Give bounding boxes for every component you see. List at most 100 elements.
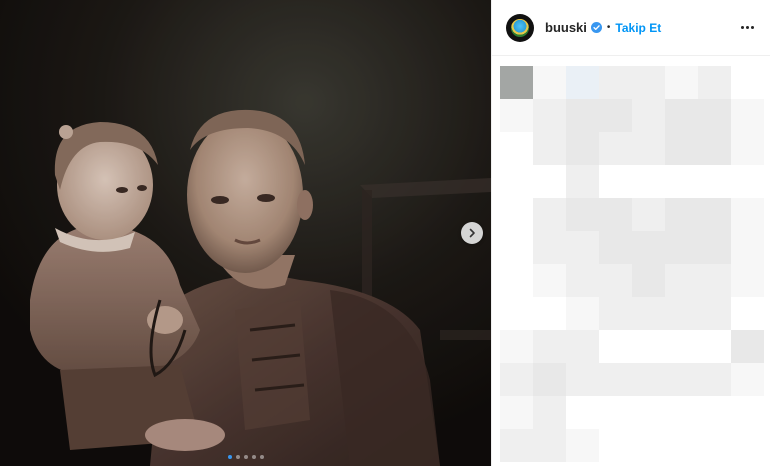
carousel-dot (259, 455, 264, 459)
pixelated-block (533, 297, 566, 330)
pixelated-block (500, 231, 533, 264)
pixelated-block (500, 66, 533, 99)
pixelated-block (500, 363, 533, 396)
header-separator: • (606, 22, 611, 33)
pixelated-block (731, 429, 764, 462)
pixelated-block (632, 429, 665, 462)
post-header: buuski • Takip Et (492, 0, 770, 56)
carousel-dot (235, 455, 240, 459)
pixelated-block (731, 132, 764, 165)
pixelated-block (698, 132, 731, 165)
pixelated-block (566, 297, 599, 330)
pixelated-block (599, 99, 632, 132)
pixelated-block (665, 297, 698, 330)
more-options-icon[interactable] (737, 22, 758, 33)
pixelated-block (665, 429, 698, 462)
pixelated-block (665, 264, 698, 297)
pixelated-block (533, 132, 566, 165)
pixelated-block (566, 99, 599, 132)
pixelated-block (665, 330, 698, 363)
pixelated-block (632, 165, 665, 198)
pixelated-block (500, 429, 533, 462)
pixelated-block (500, 165, 533, 198)
pixelated-block (698, 99, 731, 132)
pixelated-block (698, 264, 731, 297)
carousel-dot (251, 455, 256, 459)
pixelated-block (731, 165, 764, 198)
pixelated-block (599, 330, 632, 363)
pixelated-block (533, 231, 566, 264)
pixelated-block (500, 330, 533, 363)
pixelated-block (632, 231, 665, 264)
pixelated-block (599, 264, 632, 297)
carousel-dot (243, 455, 248, 459)
pixelated-block (566, 66, 599, 99)
pixelated-block (599, 429, 632, 462)
post-photo (0, 0, 491, 466)
pixelated-comments (500, 66, 764, 462)
pixelated-block (566, 165, 599, 198)
username-link[interactable]: buuski (545, 20, 587, 35)
pixelated-block (599, 297, 632, 330)
pixelated-block (698, 165, 731, 198)
pixelated-block (731, 231, 764, 264)
pixelated-block (698, 396, 731, 429)
pixelated-block (599, 363, 632, 396)
pixelated-block (500, 297, 533, 330)
pixelated-block (731, 396, 764, 429)
pixelated-block (665, 66, 698, 99)
pixelated-block (599, 231, 632, 264)
pixelated-block (599, 396, 632, 429)
next-photo-button[interactable] (461, 222, 483, 244)
pixelated-block (566, 363, 599, 396)
pixelated-block (533, 165, 566, 198)
pixelated-block (698, 429, 731, 462)
pixelated-block (533, 66, 566, 99)
avatar[interactable] (506, 13, 534, 42)
pixelated-block (533, 198, 566, 231)
pixelated-block (632, 99, 665, 132)
pixelated-block (731, 66, 764, 99)
pixelated-block (731, 330, 764, 363)
pixelated-block (566, 231, 599, 264)
pixelated-block (566, 132, 599, 165)
follow-button[interactable]: Takip Et (615, 21, 661, 35)
pixelated-block (632, 297, 665, 330)
instagram-post: buuski • Takip Et (0, 0, 770, 466)
carousel-indicator (0, 455, 491, 459)
pixelated-block (533, 396, 566, 429)
pixelated-block (731, 198, 764, 231)
pixelated-block (731, 264, 764, 297)
pixelated-block (665, 396, 698, 429)
pixelated-block (665, 231, 698, 264)
pixelated-block (698, 198, 731, 231)
pixelated-block (632, 264, 665, 297)
pixelated-block (665, 363, 698, 396)
avatar-image (511, 18, 529, 37)
sepia-photo-image (0, 0, 491, 466)
pixelated-block (599, 66, 632, 99)
pixelated-block (599, 198, 632, 231)
pixelated-block (632, 330, 665, 363)
pixelated-block (632, 132, 665, 165)
post-media[interactable] (0, 0, 491, 466)
pixelated-block (500, 396, 533, 429)
pixelated-block (632, 198, 665, 231)
pixelated-block (533, 264, 566, 297)
pixelated-block (731, 297, 764, 330)
pixelated-block (698, 297, 731, 330)
pixelated-block (599, 165, 632, 198)
pixelated-block (500, 99, 533, 132)
carousel-dot (227, 455, 232, 459)
pixelated-block (665, 132, 698, 165)
pixelated-block (599, 132, 632, 165)
pixelated-block (566, 198, 599, 231)
pixelated-block (500, 264, 533, 297)
pixelated-block (533, 363, 566, 396)
pixelated-block (632, 363, 665, 396)
pixelated-block (632, 396, 665, 429)
comments-section-pixelated (500, 66, 764, 464)
verified-badge-icon (590, 22, 602, 33)
pixelated-block (698, 363, 731, 396)
pixelated-block (665, 198, 698, 231)
